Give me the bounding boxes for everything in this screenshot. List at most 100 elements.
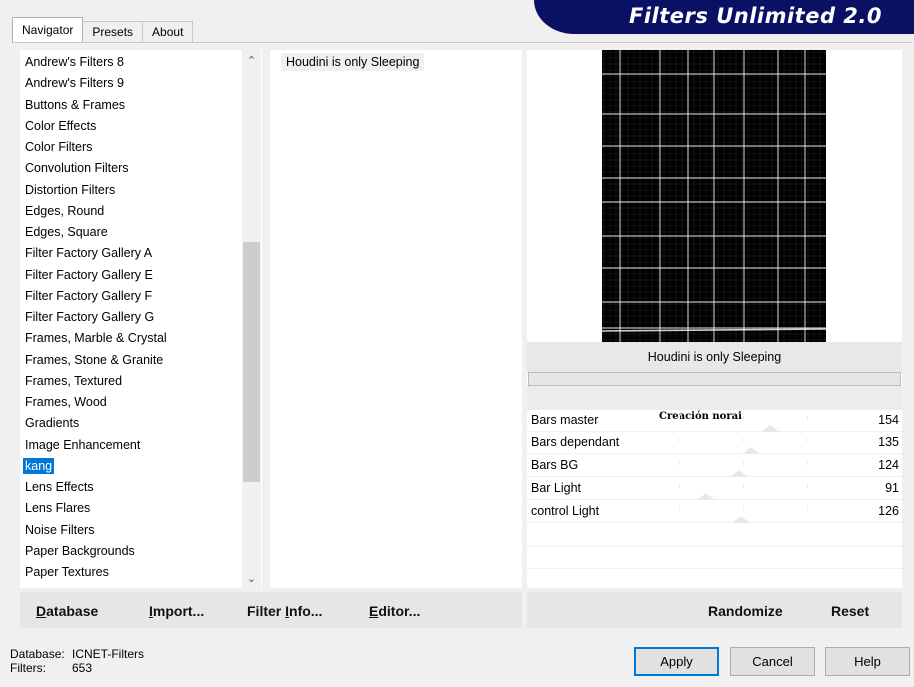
slider-tick — [807, 438, 808, 442]
cancel-button[interactable]: Cancel — [730, 647, 815, 676]
category-item[interactable]: Filter Factory Gallery E — [20, 265, 244, 286]
chevron-up-icon[interactable]: ⌃ — [242, 52, 261, 70]
filter-info-button[interactable]: Filter Info... — [247, 603, 322, 619]
category-item[interactable]: Image Enhancement — [20, 435, 244, 456]
filter-list-item[interactable]: Houdini is only Sleeping — [281, 53, 425, 71]
category-item[interactable]: Lens Effects — [20, 477, 244, 498]
category-item[interactable]: Frames, Marble & Crystal — [20, 328, 244, 349]
slider-tick — [743, 507, 744, 511]
category-item[interactable]: Andrew's Filters 8 — [20, 52, 244, 73]
status-database-value: ICNET-Filters — [72, 647, 144, 661]
preview-pattern — [602, 50, 826, 342]
category-item[interactable]: Filter Factory Gallery A — [20, 243, 244, 264]
tab-navigator[interactable]: Navigator — [12, 17, 84, 42]
slider-thumb[interactable] — [697, 493, 716, 500]
preview-image — [602, 50, 826, 342]
slider-thumb[interactable] — [760, 425, 779, 432]
slider-value: 91 — [885, 481, 899, 495]
scroll-thumb[interactable] — [243, 242, 260, 482]
slider-tick — [807, 416, 808, 420]
category-item[interactable]: Buttons & Frames — [20, 95, 244, 116]
slider-track[interactable] — [615, 503, 871, 523]
tab-presets[interactable]: Presets — [82, 21, 144, 42]
slider-tick — [807, 507, 808, 511]
filter-list-panel: Houdini is only Sleeping — [270, 50, 522, 588]
slider-track[interactable] — [615, 457, 871, 477]
category-item[interactable]: kang — [20, 456, 244, 477]
slider-thumb[interactable] — [732, 516, 751, 523]
slider-thumb[interactable] — [730, 470, 749, 477]
progress-bar — [528, 372, 901, 386]
category-item[interactable]: Frames, Stone & Granite — [20, 350, 244, 371]
category-item[interactable]: Gradients — [20, 413, 244, 434]
chevron-down-icon[interactable]: ⌄ — [242, 570, 261, 588]
category-item[interactable]: Lens Flares — [20, 498, 244, 519]
category-item[interactable]: Andrew's Filters 9 — [20, 73, 244, 94]
category-item[interactable]: Frames, Textured — [20, 371, 244, 392]
slider-tick — [679, 507, 680, 511]
category-scrollbar[interactable]: ⌃ ⌄ — [242, 50, 261, 588]
slider-tick — [743, 438, 744, 442]
category-list: Andrew's Filters 8 Andrew's Filters 9 Butt… — [20, 52, 244, 588]
banner: Filters Unlimited 2.0 — [534, 0, 914, 34]
category-item[interactable]: Convolution Filters — [20, 158, 244, 179]
status-filters-label: Filters: — [10, 661, 46, 675]
slider-value: 135 — [878, 435, 899, 449]
category-item[interactable]: Paper Backgrounds — [20, 541, 244, 562]
divider — [527, 568, 902, 569]
slider-label: Bar Light — [531, 481, 582, 495]
slider-value: 124 — [878, 458, 899, 472]
import-button[interactable]: Import... — [149, 603, 204, 619]
slider-label: Bars dependant — [531, 435, 620, 449]
category-item[interactable]: Filter Factory Gallery G — [20, 307, 244, 328]
category-item[interactable]: Edges, Square — [20, 222, 244, 243]
slider-row: Bars master 154 — [527, 410, 902, 432]
category-item[interactable]: Color Effects — [20, 116, 244, 137]
slider-tick — [679, 484, 680, 488]
tab-about[interactable]: About — [142, 21, 194, 42]
preview-bar — [602, 328, 826, 332]
slider-tick — [743, 461, 744, 465]
status-area: Database: ICNET-Filters Filters: 653 — [10, 647, 144, 675]
preview-filter-name: Houdini is only Sleeping — [527, 342, 902, 374]
database-button[interactable]: Database — [36, 603, 98, 619]
slider-label: control Light — [531, 504, 600, 518]
help-button[interactable]: Help — [825, 647, 910, 676]
randomize-button[interactable]: Randomize — [708, 603, 783, 619]
category-item[interactable]: Color Filters — [20, 137, 244, 158]
slider-row: Bars BG 124 — [527, 455, 902, 477]
slider-value: 154 — [878, 413, 899, 427]
category-list-panel: Andrew's Filters 8 Andrew's Filters 9 Butt… — [20, 50, 262, 588]
category-item[interactable]: Noise Filters — [20, 520, 244, 541]
slider-tick — [807, 484, 808, 488]
tab-bar: Navigator Presets About — [12, 17, 194, 42]
category-item[interactable]: Pattern Generators — [20, 583, 244, 588]
category-item[interactable]: Distortion Filters — [20, 180, 244, 201]
apply-button[interactable]: Apply — [634, 647, 719, 676]
divider — [527, 546, 902, 547]
category-item[interactable]: Paper Textures — [20, 562, 244, 583]
slider-tick — [679, 438, 680, 442]
slider-row: control Light 126 — [527, 501, 902, 523]
banner-title: Filters Unlimited 2.0 — [629, 4, 882, 28]
slider-value: 126 — [878, 504, 899, 518]
status-filters-value: 653 — [72, 661, 93, 675]
slider-thumb[interactable] — [741, 447, 760, 454]
slider-track[interactable] — [615, 480, 871, 500]
category-item[interactable]: Frames, Wood — [20, 392, 244, 413]
slider-track[interactable] — [615, 434, 871, 454]
slider-tick — [743, 484, 744, 488]
slider-label: Bars master — [531, 413, 599, 427]
tab-panel-divider — [12, 42, 912, 43]
category-item[interactable]: Edges, Round — [20, 201, 244, 222]
slider-label: Bars BG — [531, 458, 579, 472]
slider-tick — [807, 461, 808, 465]
reset-button[interactable]: Reset — [831, 603, 869, 619]
slider-track[interactable] — [615, 412, 871, 432]
editor-button[interactable]: Editor... — [369, 603, 420, 619]
slider-tick — [679, 416, 680, 420]
slider-row: Bar Light 91 — [527, 478, 902, 500]
category-item[interactable]: Filter Factory Gallery F — [20, 286, 244, 307]
preview-panel: Houdini is only Sleeping Creación norai … — [527, 50, 902, 588]
status-database-label: Database: — [10, 647, 65, 661]
